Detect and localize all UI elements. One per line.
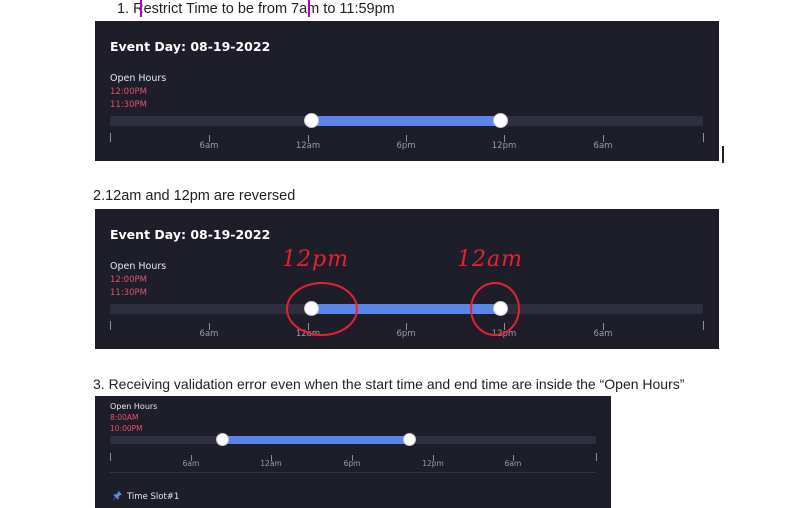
tick-end bbox=[703, 321, 704, 330]
event-panel-3: Open Hours 8:00AM 10:00PM 6am 12am 6pm 1… bbox=[95, 396, 611, 508]
tick-label: 6pm bbox=[343, 459, 361, 468]
tick-label: 12pm bbox=[491, 141, 517, 151]
pin-icon bbox=[112, 490, 123, 504]
event-day-title: Event Day: 08-19-2022 bbox=[110, 39, 271, 54]
event-panel-1: Event Day: 08-19-2022 Open Hours 12:00PM… bbox=[95, 21, 719, 161]
time-range-fill bbox=[223, 436, 409, 444]
annotation-circle-left bbox=[286, 282, 358, 336]
tick-label: 6am bbox=[182, 459, 200, 468]
tick-end bbox=[703, 133, 704, 142]
time-range-fill bbox=[312, 116, 502, 126]
open-time: 12:00PM bbox=[110, 275, 147, 285]
tick-start bbox=[110, 133, 111, 142]
tick-label: 6pm bbox=[396, 329, 416, 339]
tick-label: 12am bbox=[295, 141, 321, 151]
open-time: 12:00PM bbox=[110, 87, 147, 97]
note-3: 3. Receiving validation error even when … bbox=[93, 376, 685, 392]
range-end-handle[interactable] bbox=[493, 113, 508, 128]
tick-label: 12am bbox=[260, 459, 282, 468]
close-time: 10:00PM bbox=[110, 424, 143, 433]
tick-label: 6pm bbox=[396, 141, 416, 151]
text-cursor-mark bbox=[140, 0, 142, 17]
tick-label: 6am bbox=[199, 329, 219, 339]
range-start-handle[interactable] bbox=[216, 433, 229, 446]
event-day-title: Event Day: 08-19-2022 bbox=[110, 227, 271, 242]
open-hours-label: Open Hours bbox=[110, 402, 158, 411]
note-2: 2.12am and 12pm are reversed bbox=[93, 188, 296, 204]
range-end-handle[interactable] bbox=[403, 433, 416, 446]
tick-label: 12pm bbox=[422, 459, 444, 468]
time-slot-header[interactable]: Time Slot#1 bbox=[112, 490, 179, 504]
range-start-handle[interactable] bbox=[304, 113, 319, 128]
text-cursor-bar bbox=[722, 146, 724, 163]
note-1: 1. Restrict Time to be from 7am to 11:59… bbox=[117, 1, 395, 17]
tick-end bbox=[596, 453, 597, 461]
tick-label: 6am bbox=[593, 329, 613, 339]
event-panel-2: Event Day: 08-19-2022 Open Hours 12:00PM… bbox=[95, 209, 719, 349]
close-time: 11:30PM bbox=[110, 288, 147, 298]
text-cursor-mark-2 bbox=[308, 0, 310, 17]
time-slot-label: Time Slot#1 bbox=[127, 492, 180, 502]
open-hours-label: Open Hours bbox=[110, 261, 167, 272]
open-time: 8:00AM bbox=[110, 413, 139, 422]
open-hours-label: Open Hours bbox=[110, 73, 167, 84]
section-divider bbox=[110, 472, 596, 473]
tick-start bbox=[110, 321, 111, 330]
tick-label: 6am bbox=[504, 459, 522, 468]
annotation-circle-right bbox=[470, 282, 520, 336]
close-time: 11:30PM bbox=[110, 100, 147, 110]
tick-start bbox=[110, 453, 111, 461]
annotation-12pm: 12pm bbox=[282, 247, 349, 272]
tick-label: 6am bbox=[593, 141, 613, 151]
annotation-12am: 12am bbox=[457, 247, 523, 272]
tick-label: 6am bbox=[199, 141, 219, 151]
